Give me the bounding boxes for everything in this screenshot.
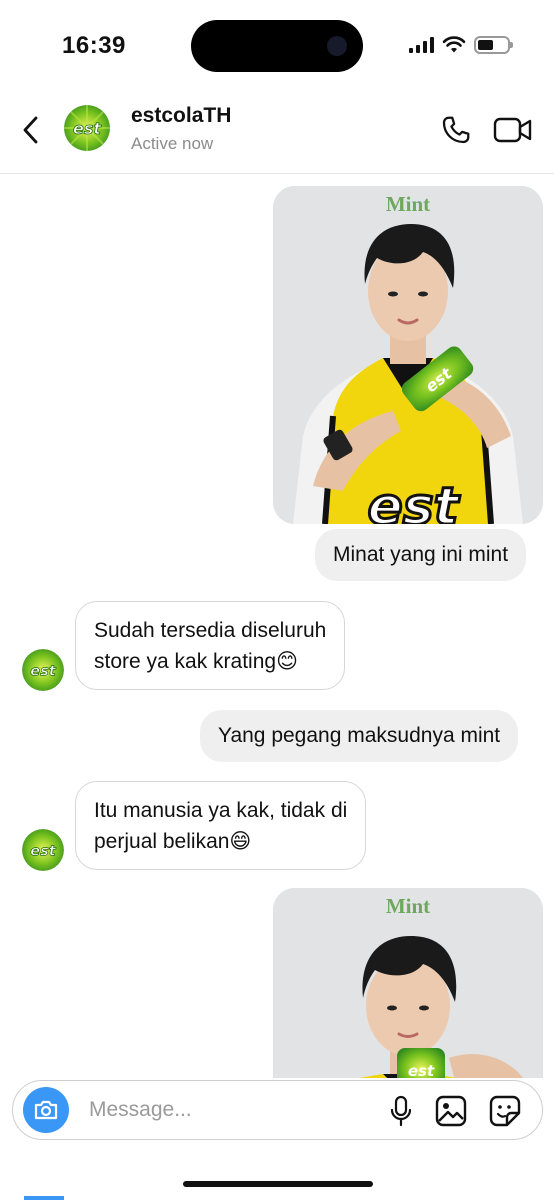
message-photo[interactable]: est est Mint: [273, 186, 543, 524]
message-text-line: Sudah tersedia diseluruh: [94, 619, 327, 642]
status-bar: 16:39: [0, 0, 554, 92]
message-input[interactable]: [89, 1091, 369, 1129]
sticker-button[interactable]: [488, 1094, 522, 1128]
avatar-logo-text: est: [30, 662, 57, 679]
avatar-logo-text: est: [73, 119, 102, 138]
outgoing-message-bubble[interactable]: Minat yang ini mint: [315, 529, 527, 581]
message-photo[interactable]: est Mint: [273, 888, 543, 1078]
status-time: 16:39: [62, 32, 126, 59]
status-icons: [409, 36, 513, 54]
video-camera-icon: [493, 117, 532, 143]
sender-avatar[interactable]: est: [22, 649, 64, 691]
phone-icon: [442, 116, 470, 144]
incoming-message-bubble[interactable]: Sudah tersedia diseluruh store ya kak kr…: [75, 601, 346, 690]
camera-button[interactable]: [23, 1087, 69, 1133]
svg-text:est: est: [408, 1062, 435, 1078]
contact-name[interactable]: estcolaTH: [131, 104, 231, 128]
camera-icon: [34, 1100, 58, 1120]
battery-icon: [474, 36, 513, 54]
incoming-message-bubble[interactable]: Itu manusia ya kak, tidak di perjual bel…: [75, 781, 367, 870]
sticker-icon: [489, 1095, 521, 1127]
photo-caption: Mint: [385, 894, 431, 918]
back-button[interactable]: [14, 110, 48, 150]
message-text-line: perjual belikan😄: [94, 830, 252, 853]
photo-caption: Mint: [385, 192, 431, 216]
message-text-line: Itu manusia ya kak, tidak di: [94, 799, 348, 822]
home-indicator[interactable]: [183, 1181, 373, 1187]
gallery-icon: [435, 1095, 467, 1127]
svg-text:est: est: [367, 477, 460, 524]
gallery-button[interactable]: [434, 1094, 468, 1128]
chat-header: est estcolaTH Active now: [0, 92, 554, 174]
photo-illustration: est est: [273, 186, 543, 524]
message-text: Minat yang ini mint: [333, 543, 509, 566]
message-list[interactable]: est est Mint Minat yang ini mint Sudah t…: [0, 175, 554, 1078]
video-call-button[interactable]: [490, 110, 536, 150]
audio-call-button[interactable]: [436, 110, 476, 150]
contact-status: Active now: [131, 134, 214, 153]
avatar-logo-text: est: [30, 842, 57, 859]
microphone-icon: [390, 1095, 412, 1127]
sender-avatar[interactable]: est: [22, 829, 64, 871]
message-composer: [12, 1080, 543, 1140]
outgoing-message-bubble[interactable]: Yang pegang maksudnya mint: [200, 710, 519, 762]
wifi-icon: [442, 36, 466, 53]
message-text-line: store ya kak krating😊: [94, 650, 298, 673]
cellular-signal-icon: [409, 37, 434, 53]
dynamic-island: [191, 20, 363, 72]
bottom-edge-element: [24, 1196, 64, 1200]
contact-avatar[interactable]: est: [64, 105, 110, 151]
message-text: Yang pegang maksudnya mint: [218, 724, 501, 747]
voice-message-button[interactable]: [385, 1094, 417, 1128]
back-chevron-icon: [23, 116, 38, 144]
